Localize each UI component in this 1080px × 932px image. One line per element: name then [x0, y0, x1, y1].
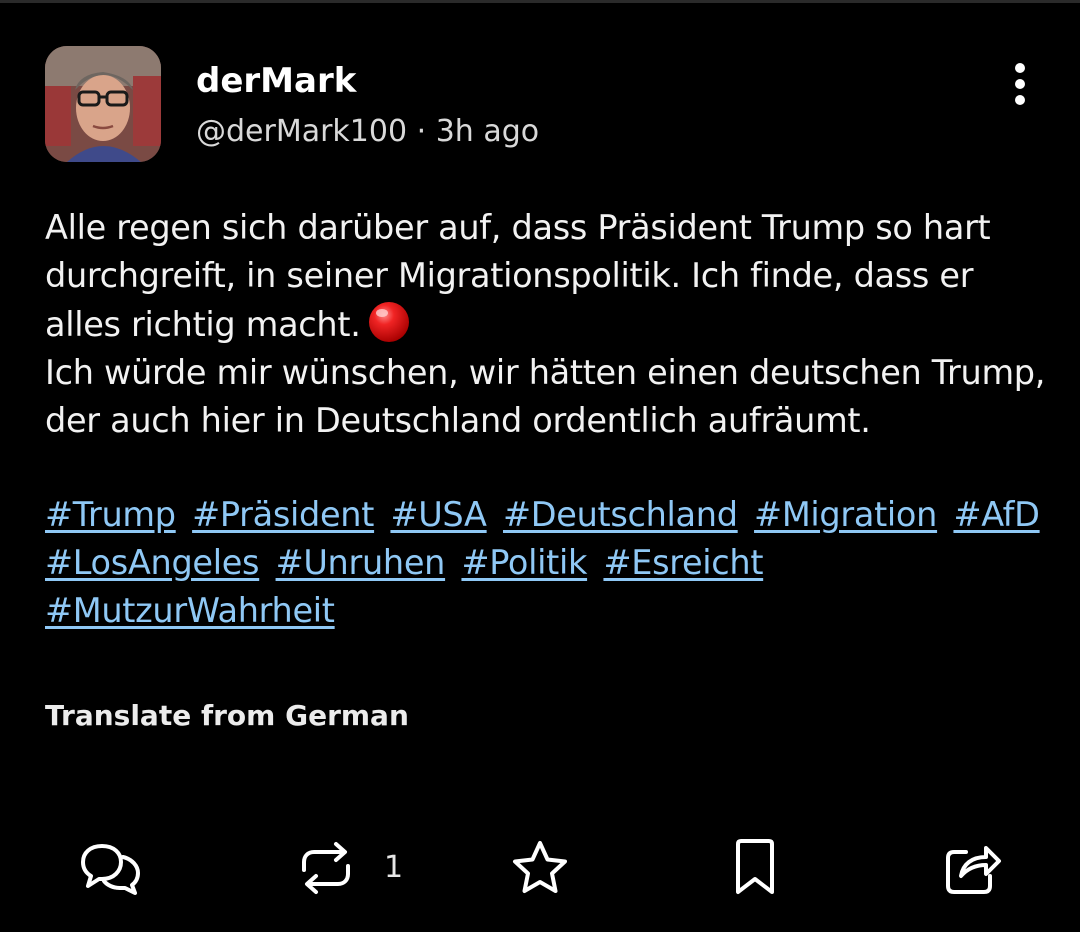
bookmark-icon	[736, 839, 774, 894]
translate-button[interactable]: Translate from German	[45, 696, 409, 736]
hashtag-link[interactable]: #Esreicht	[603, 543, 763, 582]
star-icon	[513, 841, 567, 893]
hashtag-list: #Trump #Präsident #USA #Deutschland #Mig…	[45, 491, 1055, 635]
hashtag-link[interactable]: #USA	[390, 495, 487, 534]
author-handle[interactable]: @derMark100	[196, 114, 407, 149]
hashtag-link[interactable]: #Unruhen	[276, 543, 446, 582]
more-vertical-icon	[1015, 63, 1025, 105]
favourite-button[interactable]	[510, 836, 570, 900]
hashtag-link[interactable]: #Deutschland	[503, 495, 738, 534]
avatar[interactable]	[45, 46, 161, 162]
hashtag-link[interactable]: #AfD	[953, 495, 1039, 534]
window-top-edge	[0, 0, 1080, 3]
meta-separator: ·	[416, 114, 427, 149]
hashtag-link[interactable]: #Migration	[754, 495, 937, 534]
reply-button[interactable]	[80, 836, 142, 900]
post-text-line: Ich würde mir wünschen, wir hätten einen…	[45, 353, 1046, 440]
author-meta: @derMark100 · 3h ago	[196, 112, 539, 152]
share-button[interactable]	[944, 836, 1002, 900]
hashtag-link[interactable]: #Politik	[461, 543, 587, 582]
post-paragraph: Alle regen sich darüber auf, dass Präsid…	[45, 204, 1055, 349]
hashtag-link[interactable]: #MutzurWahrheit	[45, 591, 335, 630]
repost-icon	[302, 842, 350, 894]
hashtag-link[interactable]: #LosAngeles	[45, 543, 260, 582]
post-text-line: Alle regen sich darüber auf, dass Präsid…	[45, 208, 991, 344]
post-paragraph: Ich würde mir wünschen, wir hätten einen…	[45, 349, 1055, 445]
author-display-name[interactable]: derMark	[196, 60, 356, 102]
bookmark-button[interactable]	[734, 836, 776, 900]
post-time: 3h ago	[435, 114, 540, 149]
repost-button[interactable]: 1	[296, 836, 403, 900]
hashtag-link[interactable]: #Trump	[45, 495, 176, 534]
more-options-button[interactable]	[1000, 60, 1040, 108]
repost-count: 1	[384, 850, 404, 885]
post-body: Alle regen sich darüber auf, dass Präsid…	[45, 204, 1055, 445]
reply-icon	[81, 844, 140, 895]
hashtag-link[interactable]: #Präsident	[192, 495, 374, 534]
share-icon	[946, 846, 1001, 894]
red-circle-icon	[367, 300, 411, 344]
